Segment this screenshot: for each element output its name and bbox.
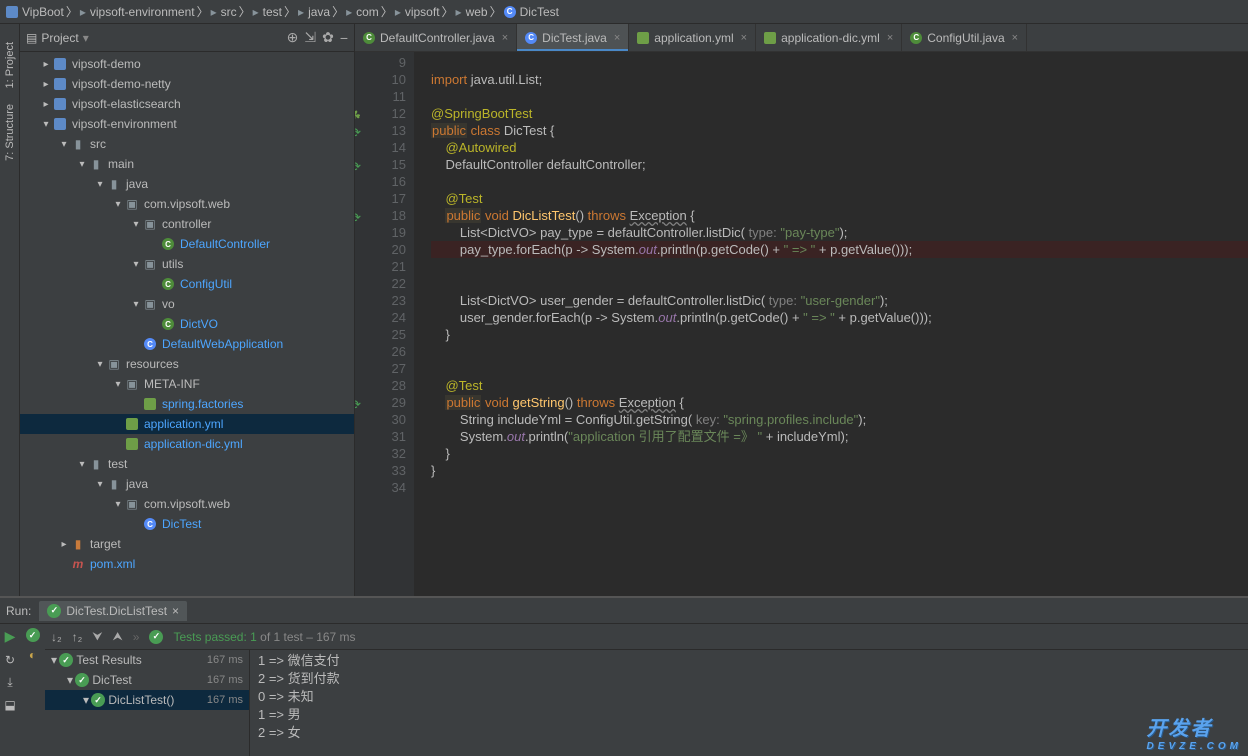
status-ok-icon[interactable]: ✓ (26, 628, 40, 642)
tree-item[interactable]: ▾▣vo (20, 294, 354, 314)
project-tree[interactable]: ▸vipsoft-demo▸vipsoft-demo-netty▸vipsoft… (20, 52, 354, 596)
console-line: 1 => 男 (258, 706, 1240, 724)
stop-icon[interactable]: ↻ (5, 653, 15, 667)
editor-tab[interactable]: CConfigUtil.java× (902, 24, 1027, 51)
test-row[interactable]: ▾✓ DicTest167 ms (45, 670, 249, 690)
gutter[interactable]: 91011☘12⟳1314⟳151617⟳1819202122232425262… (355, 52, 415, 596)
breadcrumb-item[interactable]: ▸ src (211, 5, 237, 19)
editor-tab[interactable]: application-dic.yml× (756, 24, 902, 51)
console-line: 2 => 女 (258, 724, 1240, 742)
tree-item[interactable]: ▾▮java (20, 474, 354, 494)
filter-icon[interactable]: ↑₂ (72, 630, 83, 644)
ok-icon: ✓ (47, 604, 61, 618)
console[interactable]: 1 => 微信支付2 => 货到付款0 => 未知1 => 男2 => 女 (250, 650, 1248, 756)
tree-item[interactable]: mpom.xml (20, 554, 354, 574)
editor: CDefaultController.java×CDicTest.java×ap… (355, 24, 1248, 596)
editor-tab[interactable]: CDicTest.java× (517, 24, 629, 51)
breadcrumb-item[interactable]: C DicTest (504, 5, 559, 19)
breadcrumb-item[interactable]: ▸ web (456, 5, 488, 19)
console-line: 0 => 未知 (258, 688, 1240, 706)
status-text-green: Tests passed: 1 (173, 630, 256, 644)
run-toolbar: ▶ ↻ ⤓ ⬓ (0, 624, 20, 756)
close-icon[interactable]: × (502, 32, 508, 44)
project-title: Project (41, 31, 78, 45)
tree-item[interactable]: application-dic.yml (20, 434, 354, 454)
breadcrumb: VipBoot〉▸ vipsoft-environment〉▸ src〉▸ te… (0, 0, 1248, 24)
tree-item[interactable]: ▾▣com.vipsoft.web (20, 494, 354, 514)
run-mid-toolbar: ✓ ◐ (20, 624, 45, 756)
close-icon[interactable]: × (887, 32, 893, 44)
tree-item[interactable]: ▾▮java (20, 174, 354, 194)
tree-item[interactable]: ▸vipsoft-demo-netty (20, 74, 354, 94)
tree-item[interactable]: CDefaultController (20, 234, 354, 254)
run-toolwindow: Run: ✓ DicTest.DicListTest × ▶ ↻ ⤓ ⬓ ✓ ◐… (0, 596, 1248, 756)
tests-passed-icon: ✓ (149, 630, 163, 644)
layout-icon[interactable]: ⬓ (4, 698, 15, 712)
console-line: 1 => 微信支付 (258, 652, 1240, 670)
test-tree[interactable]: ▾✓ Test Results167 ms▾✓ DicTest167 ms▾✓ … (45, 650, 250, 756)
breadcrumb-item[interactable]: ▸ test (253, 5, 282, 19)
tree-item[interactable]: ▾▣controller (20, 214, 354, 234)
tree-item[interactable]: ▸▮target (20, 534, 354, 554)
test-row[interactable]: ▾✓ Test Results167 ms (45, 650, 249, 670)
tree-item[interactable]: ▾▮test (20, 454, 354, 474)
test-row[interactable]: ▾✓ DicListTest()167 ms (45, 690, 249, 710)
tree-item[interactable]: ▾vipsoft-environment (20, 114, 354, 134)
tree-item[interactable]: ▾▮src (20, 134, 354, 154)
tree-item[interactable]: ▾▣com.vipsoft.web (20, 194, 354, 214)
editor-tab[interactable]: CDefaultController.java× (355, 24, 517, 51)
tree-item[interactable]: spring.factories (20, 394, 354, 414)
expand-all-icon[interactable]: ⮟ (92, 629, 102, 644)
code[interactable]: import java.util.List; @SpringBootTestpu… (415, 52, 1248, 596)
project-header: ▤ Project ▾ ⊕ ⇲ ✿ − (20, 24, 354, 52)
close-icon[interactable]: × (172, 604, 179, 618)
breadcrumb-item[interactable]: VipBoot (6, 5, 64, 19)
tree-item[interactable]: CDictVO (20, 314, 354, 334)
sidebar-strip: 1: Project 7: Structure (0, 24, 20, 596)
run-config-label: DicTest.DicListTest (66, 604, 167, 618)
breadcrumb-item[interactable]: ▸ vipsoft-environment (80, 5, 195, 19)
tree-item[interactable]: CDefaultWebApplication (20, 334, 354, 354)
breadcrumb-item[interactable]: ▸ java (298, 5, 330, 19)
expand-icon[interactable]: ⇲ (304, 29, 316, 46)
close-icon[interactable]: × (741, 32, 747, 44)
tree-item[interactable]: ▸vipsoft-elasticsearch (20, 94, 354, 114)
close-icon[interactable]: × (1012, 32, 1018, 44)
collapse-all-icon[interactable]: ⮝ (113, 629, 123, 644)
breadcrumb-item[interactable]: ▸ vipsoft (395, 5, 440, 19)
editor-tabs: CDefaultController.java×CDicTest.java×ap… (355, 24, 1248, 52)
rerun-icon[interactable]: ▶ (5, 628, 16, 645)
tree-item[interactable]: ▾▣META-INF (20, 374, 354, 394)
tree-item[interactable]: CDicTest (20, 514, 354, 534)
tree-item[interactable]: ▸vipsoft-demo (20, 54, 354, 74)
status-text-grey: of 1 test – 167 ms (257, 630, 356, 644)
project-icon: ▤ (26, 31, 37, 45)
close-icon[interactable]: × (614, 32, 620, 44)
tree-item[interactable]: ▾▣resources (20, 354, 354, 374)
gear-icon[interactable]: ✿ (322, 29, 334, 46)
watermark: 开发者 DEVZE.COM (1147, 712, 1242, 752)
project-panel: ▤ Project ▾ ⊕ ⇲ ✿ − ▸vipsoft-demo▸vipsof… (20, 24, 355, 596)
run-status-bar: ↓₂ ↑₂ ⮟ ⮝ » ✓ Tests passed: 1 of 1 test … (45, 624, 1248, 650)
sidebar-structure-label[interactable]: 7: Structure (4, 104, 16, 161)
editor-tab[interactable]: application.yml× (629, 24, 756, 51)
tree-item[interactable]: application.yml (20, 414, 354, 434)
sidebar-project-label[interactable]: 1: Project (4, 42, 16, 88)
sort-icon[interactable]: ↓₂ (51, 630, 62, 644)
console-line: 2 => 货到付款 (258, 670, 1240, 688)
run-title: Run: (6, 604, 31, 618)
tree-item[interactable]: CConfigUtil (20, 274, 354, 294)
locate-icon[interactable]: ⊕ (287, 29, 299, 46)
tree-item[interactable]: ▾▮main (20, 154, 354, 174)
code-area[interactable]: 91011☘12⟳1314⟳151617⟳1819202122232425262… (355, 52, 1248, 596)
pin-icon[interactable]: ⤓ (7, 675, 12, 690)
breadcrumb-item[interactable]: ▸ com (346, 5, 379, 19)
hide-icon[interactable]: − (340, 30, 348, 46)
tree-item[interactable]: ▾▣utils (20, 254, 354, 274)
run-config-tab[interactable]: ✓ DicTest.DicListTest × (39, 601, 187, 621)
